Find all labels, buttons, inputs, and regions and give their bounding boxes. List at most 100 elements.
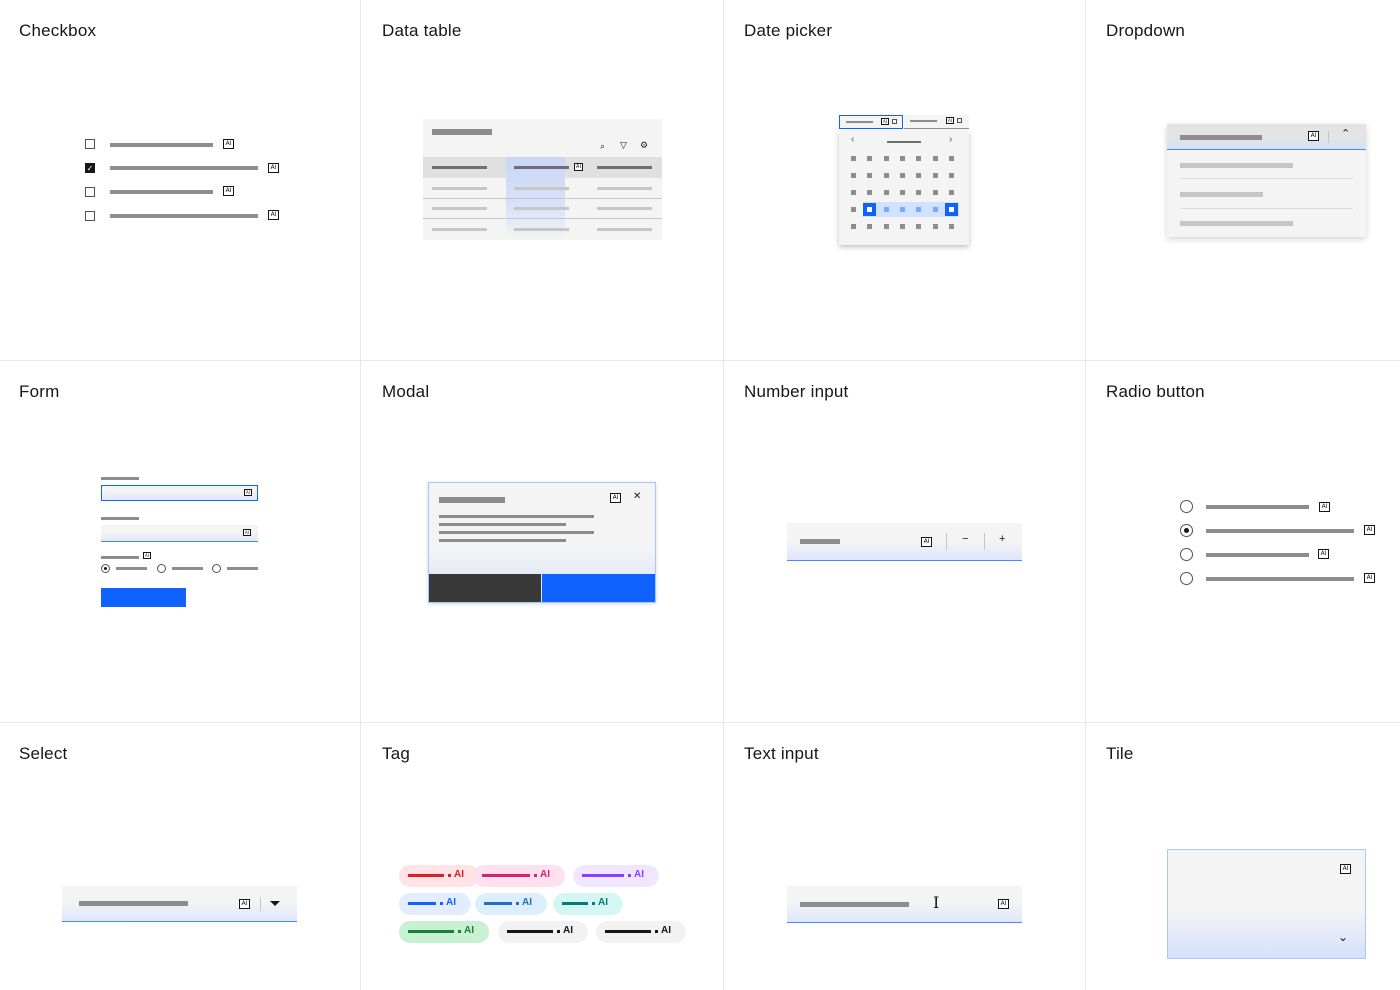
calendar-day[interactable] [933,156,938,161]
ai-label-icon[interactable]: AI [244,489,252,496]
calendar-day[interactable] [916,224,921,229]
calendar-day[interactable] [884,190,889,195]
calendar-day[interactable] [851,173,856,178]
ai-label-icon[interactable]: AI [268,210,279,220]
ai-label-icon[interactable]: AI [239,899,250,909]
calendar-day[interactable] [949,190,954,195]
select-field[interactable]: AI [62,886,297,922]
calendar-day[interactable] [884,173,889,178]
ai-label-icon[interactable]: AI [143,552,151,559]
radio-option-selected[interactable] [101,564,110,573]
text-input[interactable]: I AI [787,886,1022,923]
calendar-day[interactable] [900,190,905,195]
tile-card[interactable]: Tile AI ⌄ [1086,723,1400,990]
dropdown-option[interactable] [1180,163,1293,168]
ai-tag[interactable]: AI [473,865,565,887]
date-picker-card[interactable]: Date picker AI AI ‹ › [724,0,1085,360]
checkbox-checked[interactable]: ✓ [85,163,95,173]
ai-label-icon[interactable]: AI [610,493,621,503]
calendar-day-in-range[interactable] [900,207,905,212]
radio-option[interactable] [1180,500,1193,513]
form-card[interactable]: Form AI AI AI [0,361,360,722]
calendar-day[interactable] [933,190,938,195]
ai-tag[interactable]: AI [498,921,588,943]
calendar-day[interactable] [949,224,954,229]
dropdown-field[interactable]: AI ⌃ [1167,124,1366,150]
data-table-card[interactable]: Data table ⌕ ▽ ⚙ AI [361,0,723,360]
calendar-day[interactable] [851,224,856,229]
radio-option[interactable] [157,564,166,573]
calendar-day[interactable] [867,173,872,178]
calendar-day[interactable] [851,207,856,212]
chevron-down-icon[interactable]: ⌄ [1338,930,1348,944]
calendar-day[interactable] [867,224,872,229]
decrement-button[interactable]: − [962,533,968,545]
checkbox-card[interactable]: Checkbox AI ✓ AI AI AI [0,0,360,360]
calendar-day[interactable] [867,156,872,161]
calendar-day[interactable] [916,190,921,195]
caret-down-icon[interactable] [270,901,280,906]
chevron-up-icon[interactable]: ⌃ [1341,127,1350,140]
calendar-day[interactable] [900,224,905,229]
calendar-day[interactable] [900,156,905,161]
radio-option[interactable] [212,564,221,573]
next-month-icon[interactable]: › [949,134,952,145]
calendar-icon[interactable] [892,119,897,124]
settings-icon[interactable]: ⚙ [640,140,648,151]
checkbox[interactable] [85,139,95,149]
ai-label-icon[interactable]: AI [1364,525,1375,535]
calendar-day[interactable] [933,224,938,229]
primary-button[interactable] [542,574,655,602]
secondary-button[interactable] [429,574,541,602]
close-icon[interactable]: ✕ [633,491,641,502]
ai-tag[interactable]: AI [399,921,489,943]
ai-tag[interactable]: AI [475,893,547,915]
ai-label-icon[interactable]: AI [574,163,583,171]
calendar-day[interactable] [851,156,856,161]
calendar-day[interactable] [916,156,921,161]
radio-option-selected[interactable] [1180,524,1193,537]
ai-label-icon[interactable]: AI [1318,549,1329,559]
calendar-day-in-range[interactable] [916,207,921,212]
text-field[interactable]: AI [101,525,258,542]
ai-tag[interactable]: AI [399,865,479,887]
increment-button[interactable]: + [999,533,1005,545]
start-date-input[interactable]: AI [839,115,903,129]
calendar-day-range-edge[interactable] [949,207,954,212]
number-input-card[interactable]: Number input AI − + [724,361,1085,722]
ai-tag[interactable]: AI [573,865,659,887]
calendar-day-in-range[interactable] [884,207,889,212]
text-field[interactable]: AI [101,485,258,501]
calendar-day[interactable] [933,173,938,178]
tag-card[interactable]: Tag AI AI AI AI AI AI AI AI AI [361,723,723,990]
ai-label-icon[interactable]: AI [268,163,279,173]
calendar-day-range-edge[interactable] [867,207,872,212]
checkbox[interactable] [85,187,95,197]
select-card[interactable]: Select AI [0,723,360,990]
ai-tag[interactable]: AI [553,893,623,915]
filter-icon[interactable]: ▽ [620,140,627,151]
calendar-day[interactable] [949,173,954,178]
ai-label-icon[interactable]: AI [946,117,954,124]
radio-option[interactable] [1180,572,1193,585]
dropdown-option[interactable] [1180,221,1293,226]
end-date-input[interactable]: AI [904,115,969,129]
calendar-day[interactable] [867,190,872,195]
radio-option[interactable] [1180,548,1193,561]
ai-label-icon[interactable]: AI [1340,864,1351,874]
calendar-day[interactable] [916,173,921,178]
ai-label-icon[interactable]: AI [1308,131,1319,141]
calendar-day[interactable] [884,224,889,229]
calendar-icon[interactable] [957,118,962,123]
modal-card[interactable]: Modal AI ✕ [361,361,723,722]
ai-label-icon[interactable]: AI [223,186,234,196]
number-input[interactable]: AI − + [787,523,1022,561]
checkbox[interactable] [85,211,95,221]
ai-label-icon[interactable]: AI [1364,573,1375,583]
expandable-tile[interactable]: AI ⌄ [1167,849,1366,959]
radio-button-card[interactable]: Radio button AI AI AI AI [1086,361,1400,722]
ai-label-icon[interactable]: AI [223,139,234,149]
ai-label-icon[interactable]: AI [1319,502,1330,512]
ai-tag[interactable]: AI [596,921,686,943]
ai-label-icon[interactable]: AI [998,899,1009,909]
